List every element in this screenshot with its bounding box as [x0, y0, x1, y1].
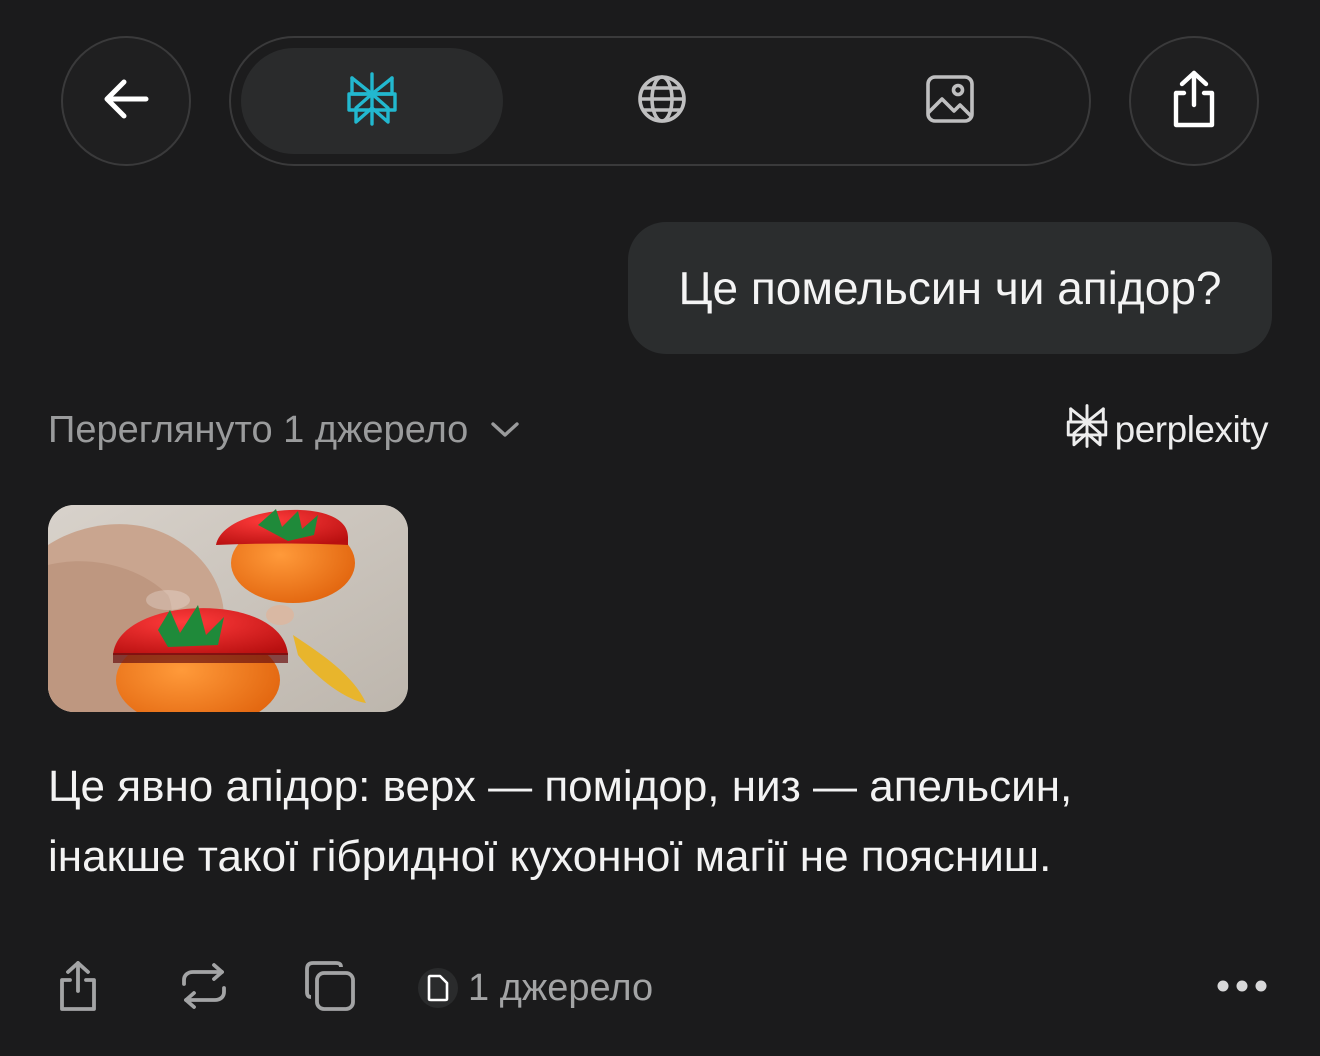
more-options-button[interactable]: [1212, 955, 1272, 1021]
assistant-answer: Це явно апідор: верх — помідор, низ — ап…: [48, 752, 1278, 892]
search-mode-selector: [229, 36, 1091, 166]
image-icon: [924, 73, 976, 130]
document-icon: [418, 968, 458, 1008]
mode-tab-images[interactable]: [819, 48, 1081, 154]
back-button[interactable]: [61, 36, 191, 166]
share-thread-button[interactable]: [1129, 36, 1259, 166]
sources-summary-label: Переглянуто 1 джерело: [48, 408, 469, 451]
answer-actions-bar: 1 джерело: [0, 955, 1320, 1021]
copy-icon: [303, 959, 357, 1018]
globe-icon: [636, 73, 688, 130]
source-image-thumbnail[interactable]: [48, 505, 408, 712]
perplexity-logo-icon: [345, 70, 399, 133]
mode-tab-web[interactable]: [531, 48, 793, 154]
perplexity-logo-icon: [1065, 401, 1115, 460]
more-horizontal-icon: [1216, 979, 1268, 998]
mode-tab-perplexity[interactable]: [241, 48, 503, 154]
user-message-bubble: Це помельсин чи апідор?: [628, 222, 1272, 354]
sources-button[interactable]: 1 джерело: [418, 955, 653, 1021]
share-icon: [1168, 69, 1220, 134]
share-answer-button[interactable]: [50, 955, 106, 1021]
brand-name: perplexity: [1114, 409, 1269, 450]
arrow-left-icon: [98, 71, 154, 132]
repeat-icon: [178, 962, 230, 1015]
perplexity-brand: perplexity: [1065, 401, 1269, 460]
chat-screen: Це помельсин чи апідор? Переглянуто 1 дж…: [0, 0, 1320, 1056]
copy-button[interactable]: [300, 955, 360, 1021]
photo-thumbnail: [48, 505, 408, 712]
share-icon: [56, 959, 100, 1018]
sources-count-label: 1 джерело: [468, 966, 654, 1009]
sources-summary-toggle[interactable]: Переглянуто 1 джерело: [48, 404, 520, 456]
chevron-down-icon: [490, 420, 520, 440]
answer-line: інакше такої гібридної кухонної магії не…: [48, 832, 1052, 881]
answer-line: Це явно апідор: верх — помідор, низ — ап…: [48, 762, 1073, 811]
rewrite-button[interactable]: [176, 955, 232, 1021]
